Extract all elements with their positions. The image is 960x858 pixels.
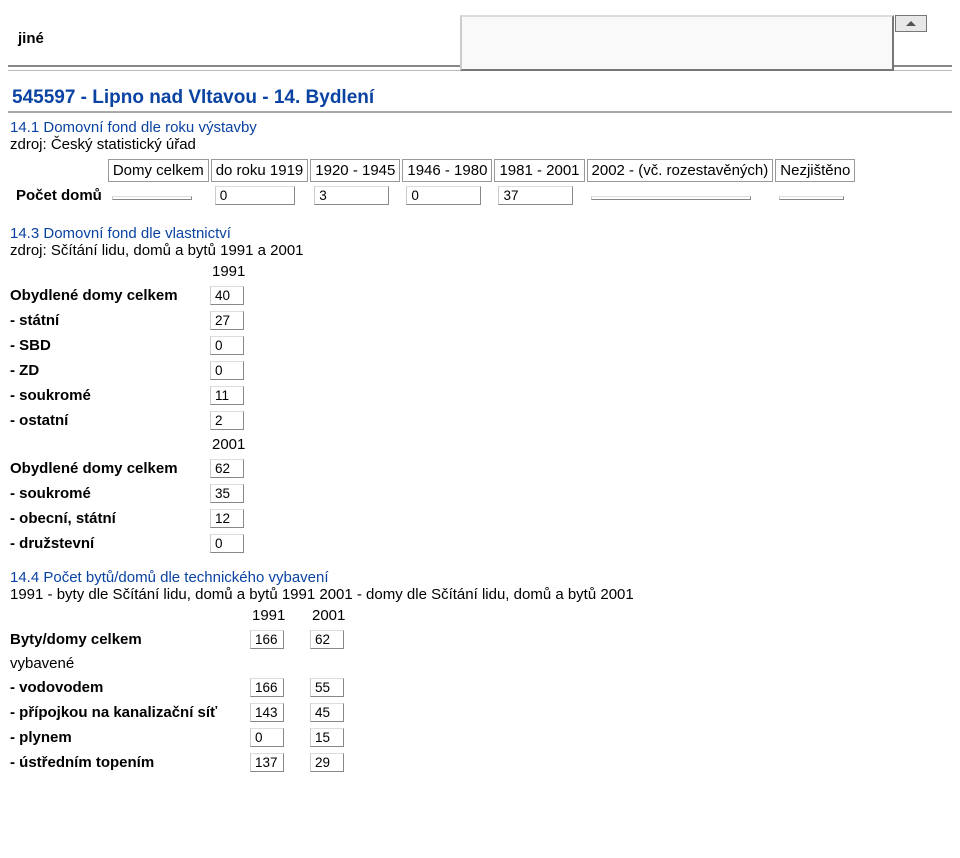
top-preview-box xyxy=(460,15,894,71)
table-row: Počet domů 0 3 0 37 xyxy=(12,184,855,207)
row-ostatni: - ostatní xyxy=(10,412,210,429)
section-14-1-source: zdroj: Český statistický úřad xyxy=(10,136,960,153)
field-top-1991[interactable]: 137 xyxy=(250,753,284,772)
field-1981-2001[interactable]: 37 xyxy=(498,186,573,205)
field-zd[interactable]: 0 xyxy=(210,361,244,380)
field-top-2001[interactable]: 29 xyxy=(310,753,344,772)
field-total-2001[interactable]: 62 xyxy=(310,630,344,649)
row-soukrome-2001: - soukromé xyxy=(10,485,210,502)
col-nezjisteno: Nezjištěno xyxy=(775,159,855,182)
field-sbd[interactable]: 0 xyxy=(210,336,244,355)
col-1946-1980: 1946 - 1980 xyxy=(402,159,492,182)
field-kan-2001[interactable]: 45 xyxy=(310,703,344,722)
field-nezjisteno[interactable] xyxy=(779,196,844,200)
field-2002[interactable] xyxy=(591,196,751,200)
row-byty-total: Byty/domy celkem xyxy=(10,631,250,648)
row-total-2001: Obydlené domy celkem xyxy=(10,460,210,477)
field-statni[interactable]: 27 xyxy=(210,311,244,330)
scroll-up-button[interactable] xyxy=(895,15,927,32)
field-vod-2001[interactable]: 55 xyxy=(310,678,344,697)
row-obecni: - obecní, státní xyxy=(10,510,210,527)
row-kanalizace: - přípojkou na kanalizační síť xyxy=(10,704,250,721)
row-topeni: - ústředním topením xyxy=(10,754,250,771)
field-vod-1991[interactable]: 166 xyxy=(250,678,284,697)
row-plynem: - plynem xyxy=(10,729,250,746)
row-sbd: - SBD xyxy=(10,337,210,354)
row-zd: - ZD xyxy=(10,362,210,379)
row-total-1991: Obydlené domy celkem xyxy=(10,287,210,304)
field-do-1919[interactable]: 0 xyxy=(215,186,295,205)
col-1981-2001: 1981 - 2001 xyxy=(494,159,584,182)
col-do-1919: do roku 1919 xyxy=(211,159,309,182)
field-total-1991[interactable]: 166 xyxy=(250,630,284,649)
col-domy-celkem: Domy celkem xyxy=(108,159,209,182)
col-2002: 2002 - (vč. rozestavěných) xyxy=(587,159,774,182)
chevron-up-icon xyxy=(906,21,916,26)
field-total-2001[interactable]: 62 xyxy=(210,459,244,478)
section-14-1-heading: 14.1 Domovní fond dle roku výstavby xyxy=(10,119,960,136)
col-0 xyxy=(12,159,106,182)
row-vybavene: vybavené xyxy=(10,655,250,672)
page-title: 545597 - Lipno nad Vltavou - 14. Bydlení xyxy=(8,85,952,113)
field-soukrome-2001[interactable]: 35 xyxy=(210,484,244,503)
section-14-4-source: 1991 - byty dle Sčítání lidu, domů a byt… xyxy=(10,586,960,603)
field-druzstevni[interactable]: 0 xyxy=(210,534,244,553)
row-soukrome-1991: - soukromé xyxy=(10,387,210,404)
field-1946-1980[interactable]: 0 xyxy=(406,186,481,205)
row-statni: - státní xyxy=(10,312,210,329)
row-druzstevni: - družstevní xyxy=(10,535,210,552)
year-2001-header: 2001 xyxy=(210,436,270,453)
table-header-row: Domy celkem do roku 1919 1920 - 1945 194… xyxy=(12,159,855,182)
section-14-3-heading: 14.3 Domovní fond dle vlastnictví xyxy=(10,225,960,242)
page-root: jiné 545597 - Lipno nad Vltavou - 14. By… xyxy=(0,0,960,858)
row-vodovodem: - vodovodem xyxy=(10,679,250,696)
field-domy-celkem[interactable] xyxy=(112,196,192,200)
field-ostatni[interactable]: 2 xyxy=(210,411,244,430)
col-1920-1945: 1920 - 1945 xyxy=(310,159,400,182)
field-soukrome-1991[interactable]: 11 xyxy=(210,386,244,405)
col-1991: 1991 xyxy=(250,607,310,624)
field-1920-1945[interactable]: 3 xyxy=(314,186,389,205)
field-kan-1991[interactable]: 143 xyxy=(250,703,284,722)
col-2001: 2001 xyxy=(310,607,370,624)
row-label: Počet domů xyxy=(12,184,106,207)
grid-14-4: 1991 2001 Byty/domy celkem 166 62 vybave… xyxy=(10,607,960,772)
field-obecni[interactable]: 12 xyxy=(210,509,244,528)
table-14-1: Domy celkem do roku 1919 1920 - 1945 194… xyxy=(10,157,857,209)
field-plyn-2001[interactable]: 15 xyxy=(310,728,344,747)
section-14-3-source: zdroj: Sčítání lidu, domů a bytů 1991 a … xyxy=(10,242,960,259)
field-plyn-1991[interactable]: 0 xyxy=(250,728,284,747)
grid-14-3: 1991 Obydlené domy celkem 40 - státní 27… xyxy=(10,263,960,553)
year-1991-header: 1991 xyxy=(210,263,270,280)
section-14-4-heading: 14.4 Počet bytů/domů dle technického vyb… xyxy=(10,569,960,586)
field-total-1991[interactable]: 40 xyxy=(210,286,244,305)
